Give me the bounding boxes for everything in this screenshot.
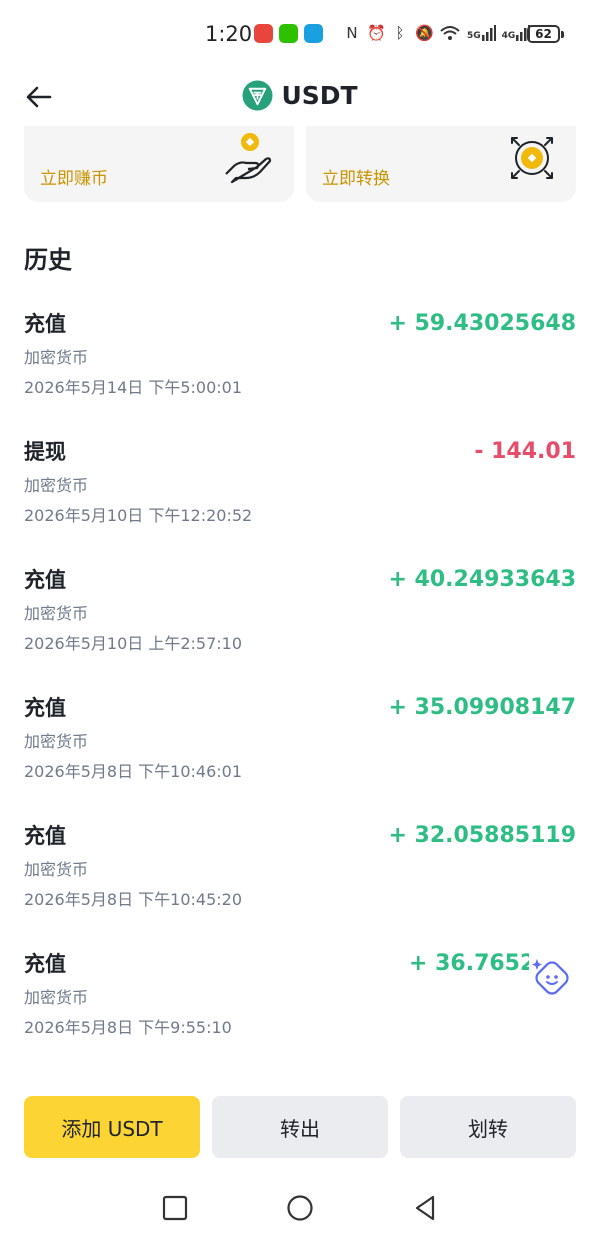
home-icon[interactable] (286, 1194, 314, 1222)
notification-icons (254, 24, 323, 43)
transaction-type: 充值 (24, 568, 66, 592)
shopping-app-icon (254, 24, 273, 43)
signal-5g-label: 5G (467, 31, 481, 41)
mute-icon: 🔕 (415, 24, 434, 42)
alarm-icon: ⏰ (367, 24, 386, 42)
transaction-amount: + 59.43025648 (388, 311, 576, 336)
coin-convert-icon (511, 137, 553, 179)
earn-card[interactable]: 立即赚币 (24, 126, 294, 202)
convert-card-label: 立即转换 (322, 169, 390, 189)
transaction-type: 提现 (24, 440, 66, 464)
history-title: 历史 (24, 246, 72, 274)
coin-hand-icon (225, 133, 272, 184)
transaction-subtitle: 加密货币 (24, 988, 89, 1007)
app-header: USDT (0, 70, 600, 126)
signal-4g-label: 4G (501, 31, 516, 41)
back-nav-icon[interactable] (411, 1194, 439, 1222)
withdraw-button[interactable]: 转出 (212, 1096, 388, 1158)
transaction-date: 2026年5月8日 下午10:45:20 (24, 890, 243, 909)
transaction-amount: + 40.24933643 (388, 567, 576, 592)
transaction-subtitle: 加密货币 (24, 348, 89, 367)
transaction-subtitle: 加密货币 (24, 860, 89, 879)
wifi-icon (440, 26, 460, 40)
usdt-logo-icon (242, 80, 273, 111)
convert-card[interactable]: 立即转换 (306, 126, 576, 202)
system-navigation-bar (0, 1180, 600, 1238)
transaction-subtitle: 加密货币 (24, 732, 89, 751)
battery-icon: 62 (527, 25, 564, 43)
transaction-row[interactable]: 充值 加密货币 2026年5月8日 下午10:46:01 + 35.099081… (24, 692, 576, 802)
messenger-app-icon (304, 24, 323, 43)
transaction-date: 2026年5月10日 上午2:57:10 (24, 634, 243, 653)
transaction-amount: + 35.09908147 (388, 695, 576, 720)
transaction-date: 2026年5月8日 下午10:46:01 (24, 762, 243, 781)
transaction-subtitle: 加密货币 (24, 476, 89, 495)
transaction-type: 充值 (24, 824, 66, 848)
page-title-group: USDT (0, 80, 600, 111)
transaction-date: 2026年5月8日 下午9:55:10 (24, 1018, 232, 1037)
status-bar: 1:20 N ⏰ ᛒ 🔕 5G 4G 62 (0, 0, 600, 70)
transfer-button[interactable]: 划转 (400, 1096, 576, 1158)
transaction-row[interactable]: 充值 加密货币 2026年5月8日 下午9:55:10 + 36.76527 (24, 948, 576, 1058)
transaction-type: 充值 (24, 952, 66, 976)
signal-4g-icon: 4G (502, 25, 531, 41)
bluetooth-icon: ᛒ (395, 24, 405, 42)
transaction-subtitle: 加密货币 (24, 604, 89, 623)
transaction-date: 2026年5月14日 下午5:00:01 (24, 378, 243, 397)
transaction-type: 充值 (24, 696, 66, 720)
transaction-amount: + 32.05885119 (388, 823, 576, 848)
transaction-row[interactable]: 充值 加密货币 2026年5月14日 下午5:00:01 + 59.430256… (24, 308, 576, 418)
wechat-icon (279, 24, 298, 43)
transaction-row[interactable]: 充值 加密货币 2026年5月8日 下午10:45:20 + 32.058851… (24, 820, 576, 930)
recent-apps-icon[interactable] (161, 1194, 189, 1222)
signal-5g-icon: 5G (467, 25, 496, 41)
earn-card-label: 立即赚币 (40, 169, 108, 189)
page-title: USDT (281, 81, 358, 110)
transaction-date: 2026年5月10日 下午12:20:52 (24, 506, 253, 525)
add-usdt-button[interactable]: 添加 USDT (24, 1096, 200, 1158)
transaction-row[interactable]: 提现 加密货币 2026年5月10日 下午12:20:52 - 144.01 (24, 436, 576, 546)
nfc-icon: N (346, 24, 358, 42)
transaction-amount: + 36.76527 (409, 951, 529, 976)
transaction-type: 充值 (24, 312, 66, 336)
ai-assistant-icon[interactable] (531, 956, 573, 998)
system-icons: N ⏰ ᛒ 🔕 5G 4G (343, 24, 531, 42)
transaction-row[interactable]: 充值 加密货币 2026年5月10日 上午2:57:10 + 40.249336… (24, 564, 576, 674)
status-time: 1:20 (205, 22, 253, 46)
transaction-amount: - 144.01 (474, 439, 576, 464)
